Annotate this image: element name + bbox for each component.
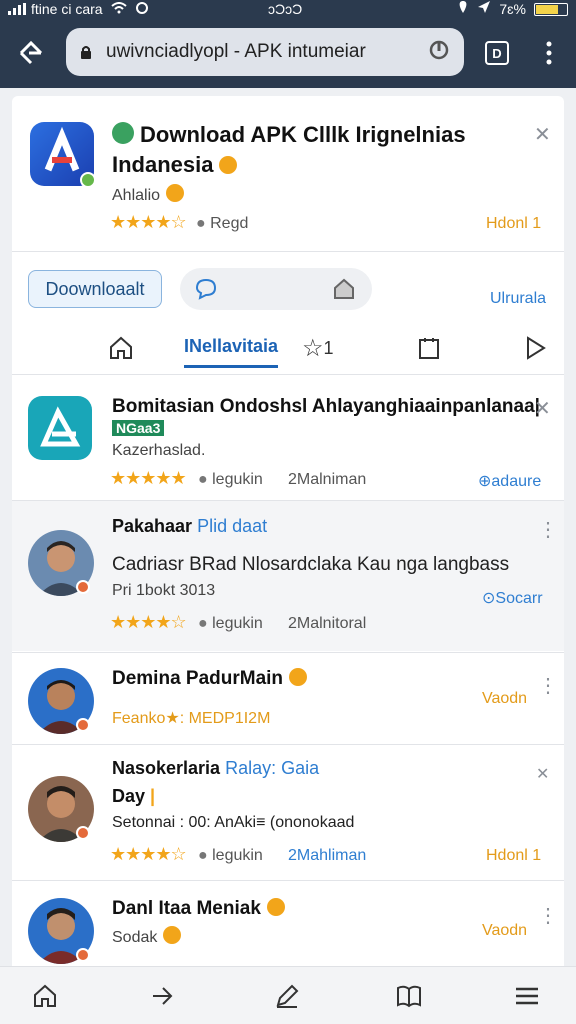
tab-play[interactable] bbox=[524, 328, 548, 368]
tab-switcher-button[interactable]: D bbox=[485, 41, 509, 65]
close-icon[interactable]: ✕ bbox=[534, 396, 551, 421]
wifi-icon bbox=[110, 1, 127, 17]
app-developer: Ahlalio bbox=[112, 184, 185, 205]
emoji-icon bbox=[163, 926, 182, 944]
avatar-badge-icon bbox=[76, 826, 90, 840]
globe-icon bbox=[112, 122, 134, 144]
item-meta-count: 2Mahliman bbox=[288, 847, 367, 864]
item-title[interactable]: Demina PadurMain bbox=[112, 668, 308, 690]
download-button[interactable]: Doownloaalt bbox=[28, 270, 162, 308]
item-badge: NGaa3 bbox=[112, 420, 165, 436]
tab-rating[interactable]: ☆ 1 bbox=[302, 328, 334, 368]
item-title[interactable]: Bomitasian Ondoshsl Ahlayanghiaainpanlan… bbox=[112, 396, 540, 418]
lock-icon bbox=[81, 46, 91, 59]
url-text: uwivnciadlyopl - APK intumeiar bbox=[106, 41, 366, 62]
book-icon[interactable] bbox=[392, 979, 426, 1013]
post-author[interactable]: Pakahaar Plid daat bbox=[112, 516, 267, 537]
forward-icon[interactable] bbox=[146, 979, 180, 1013]
item-action-link[interactable]: Vaodn bbox=[482, 922, 527, 940]
tab-overview[interactable]: INellavitaia bbox=[184, 328, 279, 368]
emoji-icon bbox=[266, 898, 285, 916]
app-icon bbox=[30, 122, 96, 188]
sync-icon bbox=[135, 1, 149, 18]
item-title[interactable]: Danl Itaa Meniak bbox=[112, 898, 285, 920]
overflow-menu-icon[interactable] bbox=[532, 36, 566, 70]
star-outline-icon: ☆ bbox=[302, 334, 324, 362]
location-icon bbox=[457, 0, 469, 18]
reload-icon[interactable] bbox=[428, 39, 450, 66]
clipboard-icon bbox=[419, 338, 439, 359]
close-icon[interactable]: ✕ bbox=[534, 122, 551, 147]
status-bar: ftine ci cara ɔƆɔƆ 7ɛ% bbox=[0, 0, 576, 18]
item-meta: Feanko★: MEDP1I2M bbox=[112, 710, 271, 727]
share-icon: ⊕ bbox=[478, 473, 492, 490]
app-title: Download APK Clllk Irignelnias bbox=[140, 122, 466, 147]
avatar-badge-icon bbox=[76, 948, 90, 962]
post-meta-count: 2Malnitoral bbox=[288, 615, 367, 632]
play-icon bbox=[527, 336, 546, 360]
battery-percent: 7ɛ% bbox=[499, 1, 526, 17]
header-action-link[interactable]: Hdonl 1 bbox=[486, 215, 541, 233]
reviews-icon: ● bbox=[198, 847, 213, 864]
home-icon[interactable] bbox=[14, 36, 48, 70]
emoji-icon bbox=[289, 668, 308, 686]
chat-icon[interactable] bbox=[194, 278, 218, 305]
post-meta: ● legukin bbox=[198, 615, 263, 632]
more-options-icon[interactable]: ⋮ bbox=[538, 906, 558, 926]
search-icon: ⊙ bbox=[482, 590, 496, 607]
item-stars: ★★★★☆ bbox=[110, 844, 187, 864]
item-action-link[interactable]: Vaodn bbox=[482, 690, 527, 708]
browser-toolbar: uwivnciadlyopl - APK intumeiar D bbox=[0, 18, 576, 88]
tab-home[interactable] bbox=[108, 328, 134, 368]
status-time: ɔƆɔƆ bbox=[268, 1, 303, 17]
verified-icon bbox=[80, 172, 96, 188]
app-title-line2: Indanesia bbox=[112, 152, 238, 178]
item-app-icon bbox=[28, 396, 92, 460]
rating-stars: ★★★★☆ bbox=[110, 212, 187, 232]
emoji-icon bbox=[219, 156, 238, 174]
content-card: Download APK Clllk Irignelnias Indanesia… bbox=[12, 96, 564, 976]
store-icon[interactable] bbox=[332, 277, 356, 306]
edit-icon[interactable] bbox=[270, 979, 304, 1013]
bottom-navigation bbox=[0, 966, 576, 1024]
item-title[interactable]: Nasokerlaria Ralay: Gaia bbox=[112, 758, 319, 779]
quick-actions-pill bbox=[180, 268, 372, 310]
item-meta-count: 2Malniman bbox=[288, 471, 367, 488]
reviews-icon: ● bbox=[198, 471, 213, 488]
emoji-icon bbox=[166, 184, 185, 202]
navigation-icon bbox=[477, 0, 491, 18]
item-title-line2: Day | bbox=[112, 786, 156, 806]
post-body: Cadriasr BRad Nlosardclaka Kau nga langb… bbox=[112, 554, 510, 575]
more-options-icon[interactable]: ⋮ bbox=[538, 676, 558, 696]
reviews-icon: ● bbox=[196, 215, 211, 232]
reviews-icon: ● bbox=[198, 615, 213, 632]
item-meta: ● legukin bbox=[198, 471, 263, 488]
item-meta: Setonnai : 00: AnAki≡ (ononokaad bbox=[112, 814, 355, 831]
tab-bar: INellavitaia ☆ 1 bbox=[12, 324, 564, 374]
avatar-badge-icon bbox=[76, 718, 90, 732]
tab-bookmark[interactable] bbox=[416, 328, 442, 368]
home-outline-icon bbox=[110, 336, 132, 359]
item-action-link[interactable]: ⊕adaure bbox=[478, 471, 541, 491]
signal-icon bbox=[8, 3, 26, 15]
menu-icon[interactable] bbox=[510, 979, 544, 1013]
item-meta-user: ● legukin bbox=[198, 847, 263, 864]
item-subtitle: Sodak bbox=[112, 926, 182, 947]
post-date: Pri 1bokt 3013 bbox=[112, 582, 216, 599]
item-action-link[interactable]: Hdonl 1 bbox=[486, 847, 541, 865]
battery-icon bbox=[534, 2, 568, 16]
side-link[interactable]: Ulrurala bbox=[490, 290, 546, 308]
close-icon[interactable]: ✕ bbox=[536, 764, 549, 784]
more-options-icon[interactable]: ⋮ bbox=[538, 520, 558, 540]
home-icon[interactable] bbox=[28, 979, 62, 1013]
address-bar[interactable]: uwivnciadlyopl - APK intumeiar bbox=[66, 28, 464, 76]
item-stars: ★★★★★ bbox=[110, 468, 187, 488]
rating-label: ● Regd bbox=[196, 215, 249, 232]
avatar-badge-icon bbox=[76, 580, 90, 594]
post-stars: ★★★★☆ bbox=[110, 612, 187, 632]
item-subtitle: Kazerhaslad. bbox=[112, 442, 206, 459]
carrier-label: ftine ci cara bbox=[31, 1, 103, 17]
post-action-link[interactable]: ⊙Socarr bbox=[482, 588, 543, 608]
